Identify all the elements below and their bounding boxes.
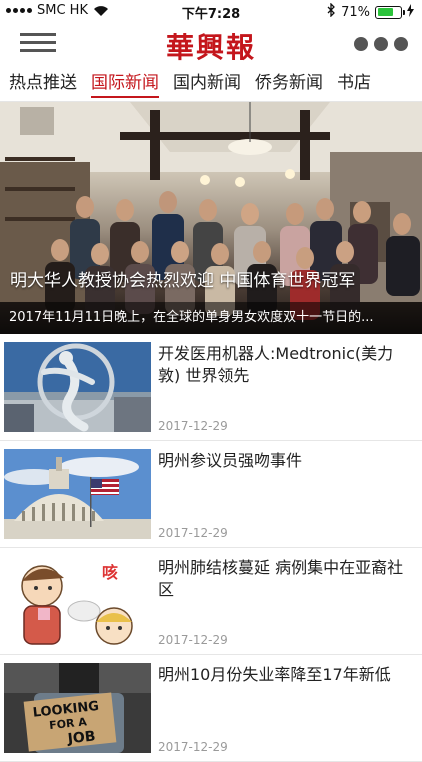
article-thumbnail xyxy=(4,342,151,432)
tab-international[interactable]: 国际新闻 xyxy=(84,66,166,101)
article-title: 明州参议员强吻事件 xyxy=(158,451,303,470)
bluetooth-icon xyxy=(327,2,336,21)
battery-icon xyxy=(375,5,405,19)
article-title: 开发医用机器人:Medtronic(美力敦) 世界领先 xyxy=(158,344,394,385)
tab-overseas-chinese[interactable]: 侨务新闻 xyxy=(248,66,330,101)
article-date: 2017-12-29 xyxy=(158,526,228,540)
more-dots-icon[interactable] xyxy=(354,37,408,51)
article-date: 2017-12-29 xyxy=(158,633,228,647)
article-thumbnail xyxy=(4,449,151,539)
list-item[interactable]: LOOKING FOR A JOB 明州10月份失业率降至17年新低 2017-… xyxy=(0,655,422,762)
hero-title[interactable]: 明大华人教授协会热烈欢迎 中国体育世界冠军 xyxy=(10,266,412,291)
article-title: 明州肺结核蔓延 病例集中在亚裔社区 xyxy=(158,558,404,599)
article-date: 2017-12-29 xyxy=(158,419,228,433)
hero-banner[interactable]: 明大华人教授协会热烈欢迎 中国体育世界冠军 2017年11月11日晚上，在全球的… xyxy=(0,102,422,334)
battery-percent: 71% xyxy=(341,4,370,20)
article-date: 2017-12-29 xyxy=(158,740,228,754)
article-thumbnail: LOOKING FOR A JOB xyxy=(4,663,151,753)
list-item[interactable]: 咳 明州肺结核蔓延 病例集中在亚裔社区 2017-12-29 xyxy=(0,548,422,655)
sign-text-3: JOB xyxy=(66,728,96,747)
status-right: 71% xyxy=(327,2,414,21)
tab-hot[interactable]: 热点推送 xyxy=(0,66,84,101)
cough-text: 咳 xyxy=(102,563,118,582)
category-tabs: 热点推送 国际新闻 国内新闻 侨务新闻 书店 xyxy=(0,66,422,102)
app-header: 華興報 xyxy=(0,22,422,66)
article-title: 明州10月份失业率降至17年新低 xyxy=(158,665,391,684)
hero-caption: 2017年11月11日晚上，在全球的单身男女欢度双十一节日的... xyxy=(0,302,422,334)
list-item[interactable]: 开发医用机器人:Medtronic(美力敦) 世界领先 2017-12-29 xyxy=(0,334,422,441)
article-list: 开发医用机器人:Medtronic(美力敦) 世界领先 2017-12-29 明… xyxy=(0,334,422,762)
list-item[interactable]: 明州参议员强吻事件 2017-12-29 xyxy=(0,441,422,548)
status-bar: SMC HK 下午7:28 71% xyxy=(0,0,422,22)
article-thumbnail: 咳 xyxy=(4,556,151,646)
hero-photo xyxy=(0,102,422,320)
tab-bookstore[interactable]: 书店 xyxy=(330,66,378,101)
tab-domestic[interactable]: 国内新闻 xyxy=(166,66,248,101)
charging-icon xyxy=(407,3,414,21)
